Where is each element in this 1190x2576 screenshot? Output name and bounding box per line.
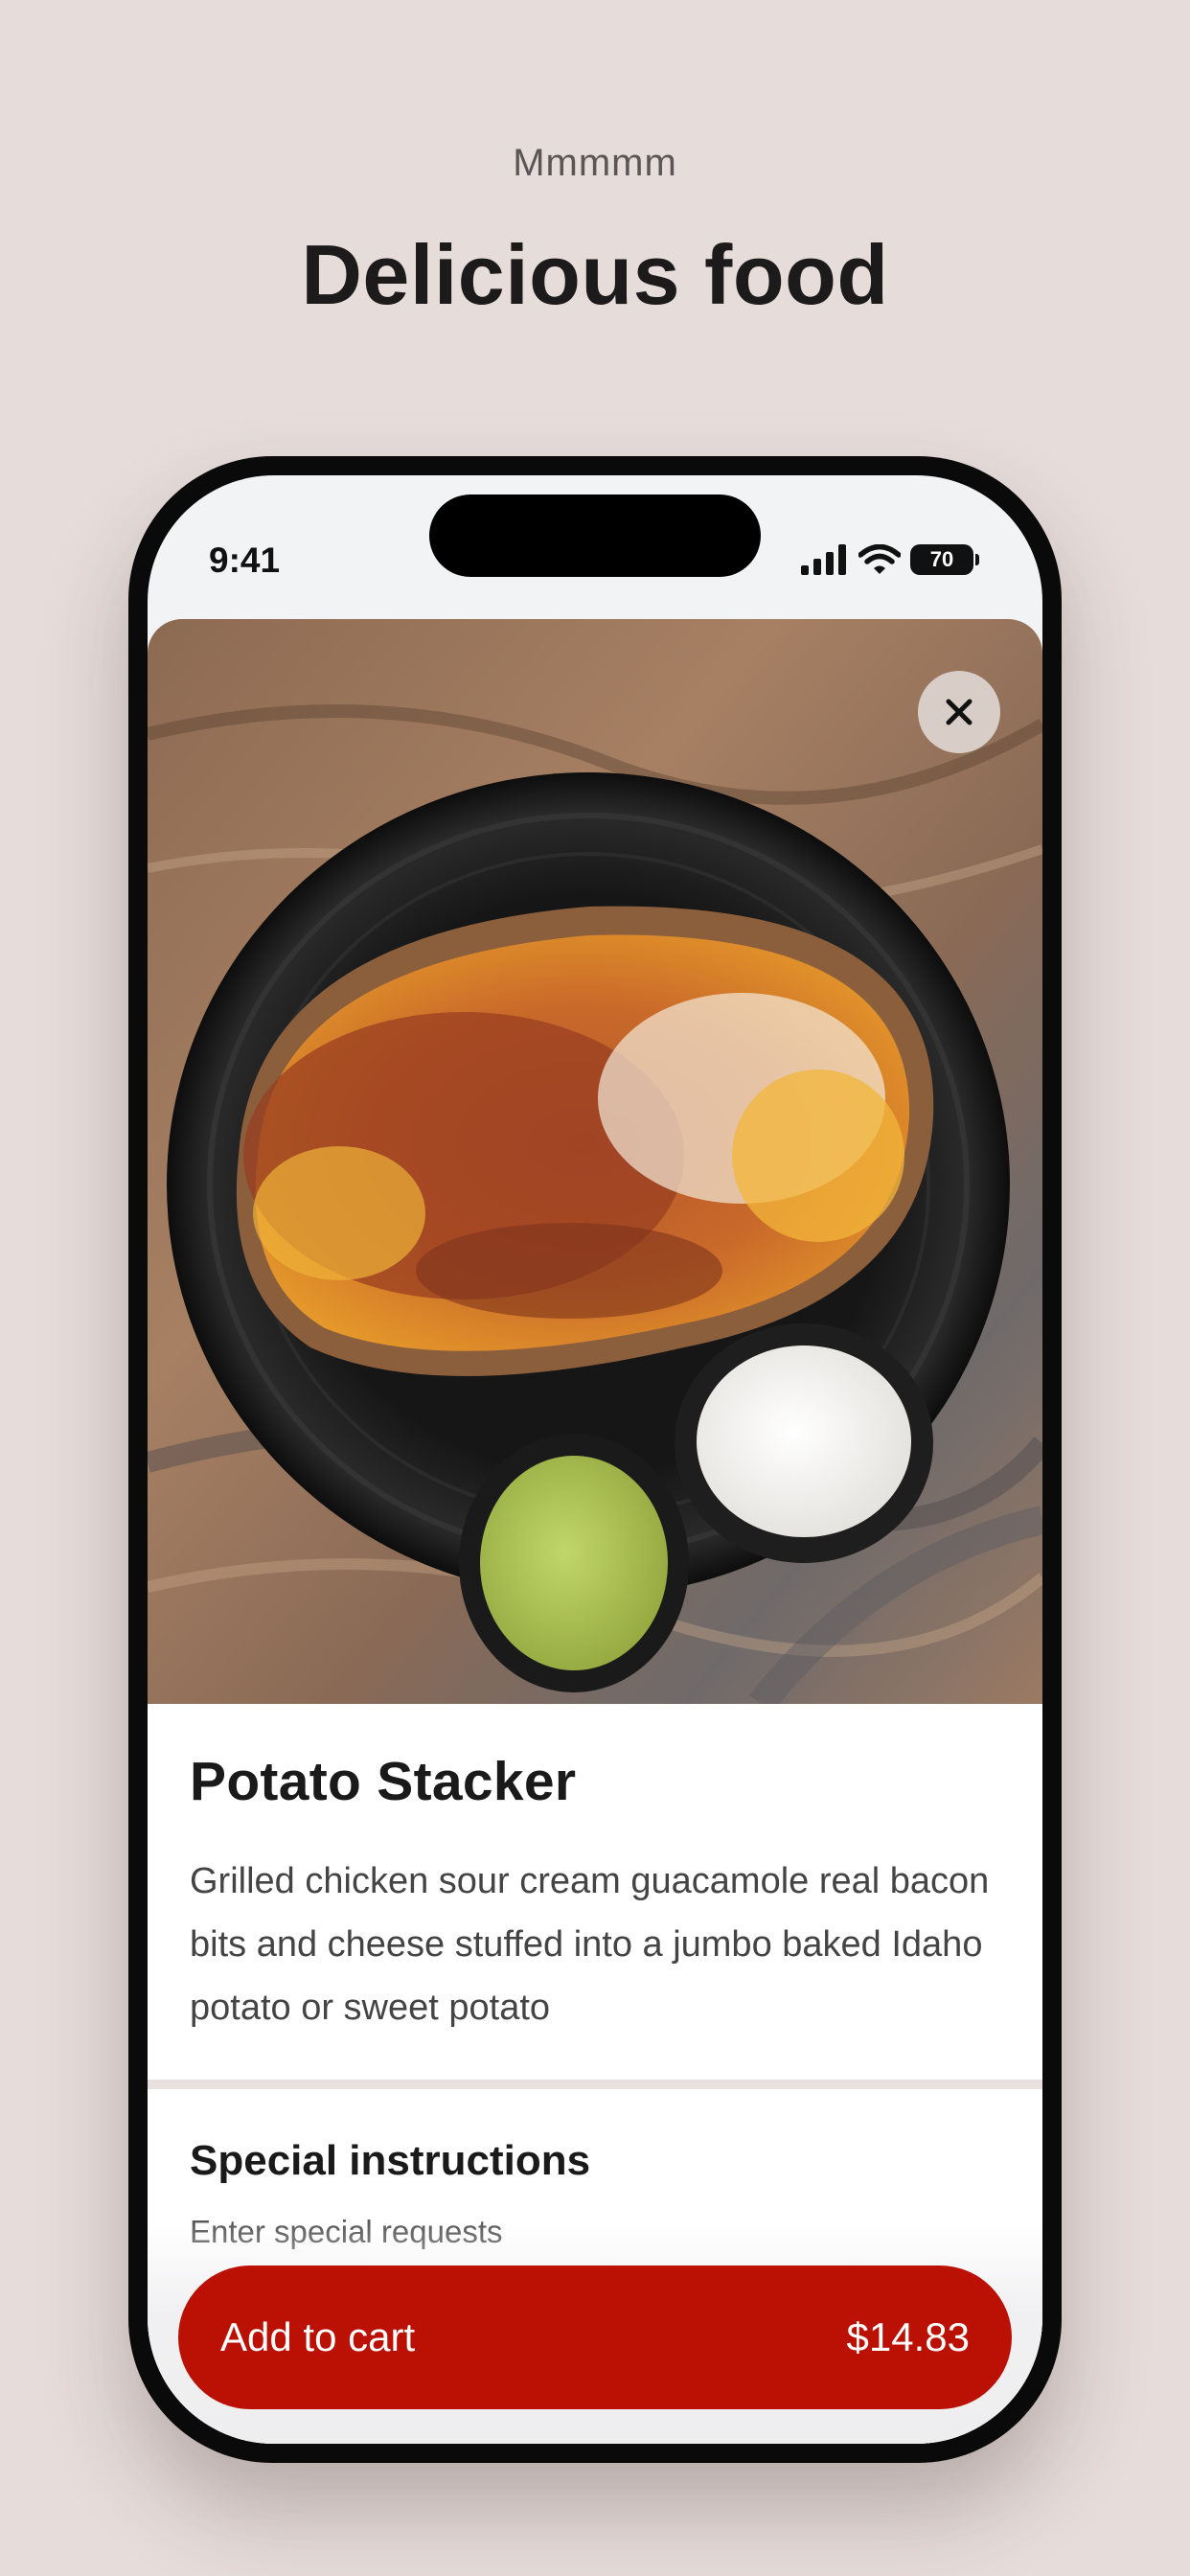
- baked-potato-photo: [148, 619, 1042, 1704]
- dynamic-island: [429, 494, 761, 577]
- add-to-cart-label: Add to cart: [220, 2314, 416, 2359]
- phone-frame: 9:41 70 Potato Stacker Grilled chicken s…: [128, 456, 1062, 2463]
- item-detail-sheet: Potato Stacker Grilled chicken sour crea…: [148, 619, 1042, 2444]
- battery-tip: [975, 554, 979, 565]
- status-icons: 70: [801, 544, 979, 575]
- close-button[interactable]: [918, 671, 1000, 753]
- cart-price: $14.83: [846, 2314, 970, 2359]
- close-icon: [946, 699, 973, 725]
- battery-icon: 70: [910, 544, 979, 575]
- add-to-cart-button[interactable]: Add to cart $14.83: [178, 2266, 1012, 2409]
- battery-level: 70: [910, 544, 973, 575]
- item-description: Grilled chicken sour cream guacamole rea…: [190, 1861, 990, 2028]
- item-title: Potato Stacker: [190, 1751, 577, 1812]
- page-headline: Delicious food: [301, 227, 889, 322]
- wifi-icon: [858, 544, 901, 574]
- special-instructions-title: Special instructions: [190, 2137, 591, 2184]
- status-time: 9:41: [209, 540, 281, 580]
- eyebrow-text: Mmmmm: [513, 142, 677, 184]
- section-divider: [148, 2080, 1042, 2089]
- phone-screen: 9:41 70 Potato Stacker Grilled chicken s…: [148, 475, 1042, 2444]
- cellular-signal-icon: [801, 544, 846, 575]
